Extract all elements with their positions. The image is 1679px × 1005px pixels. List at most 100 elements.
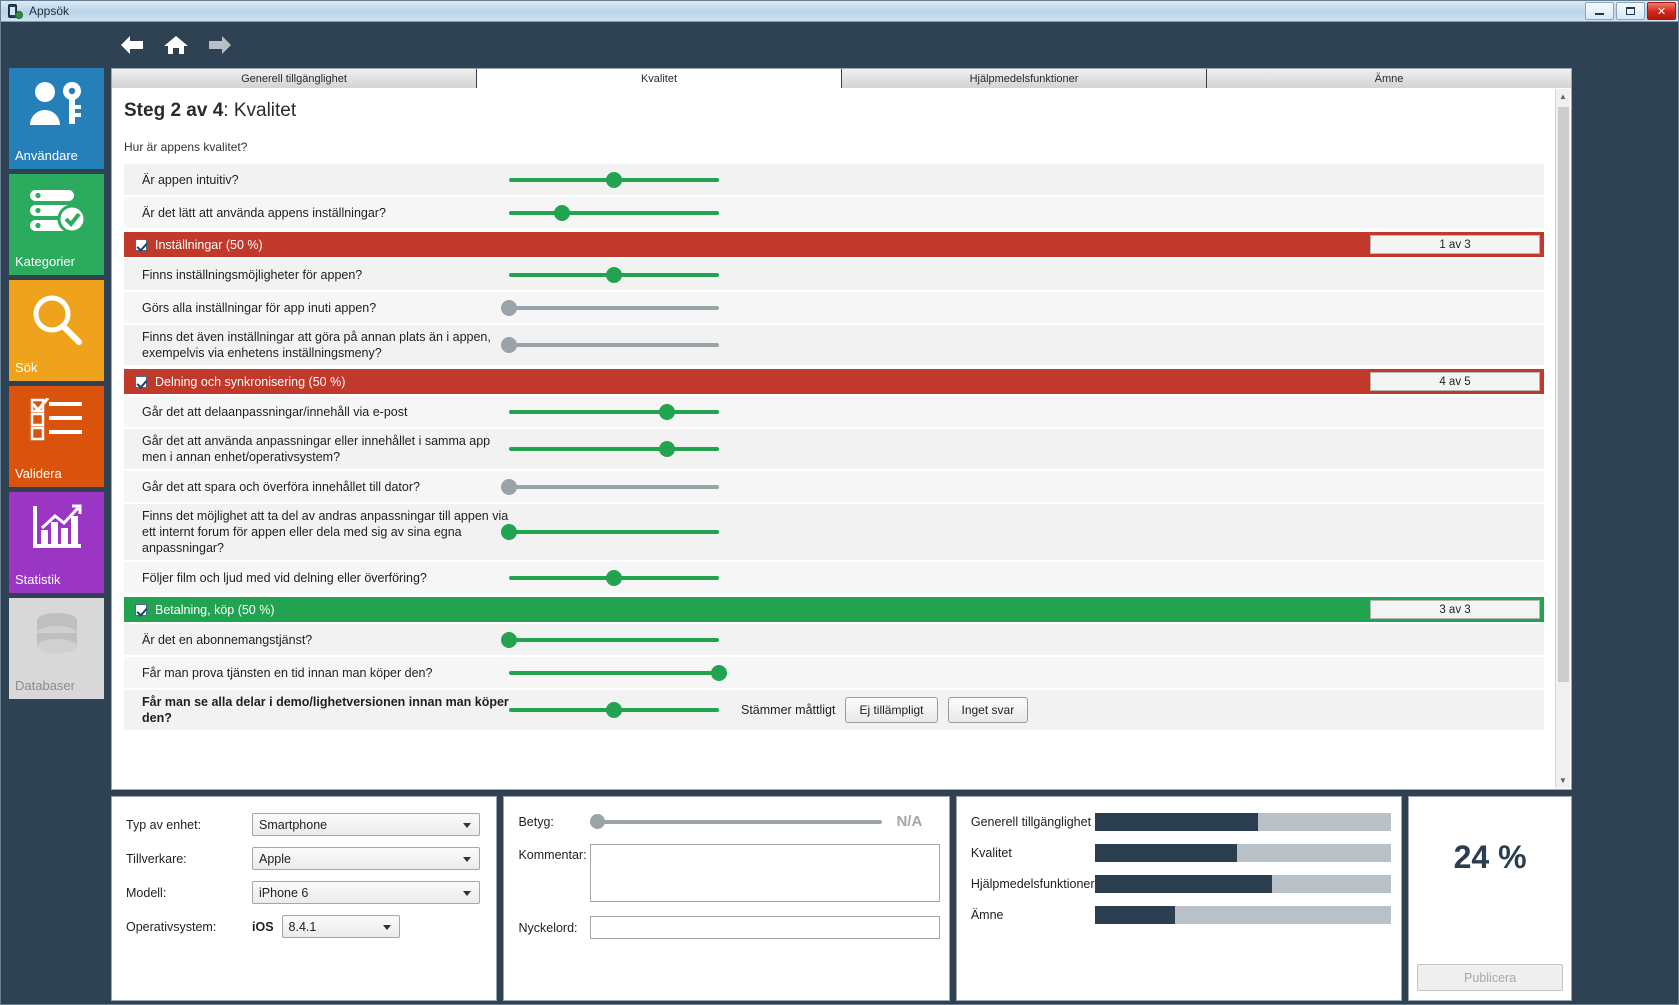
sidebar-item-statistik[interactable]: Statistik (9, 492, 104, 593)
slider-thumb[interactable] (501, 524, 517, 540)
question-label: Är det en abonnemangstjänst? (142, 632, 313, 647)
section-header[interactable]: Inställningar (50 %) 1 av 3 (124, 232, 1544, 257)
publish-button[interactable]: Publicera (1417, 964, 1563, 991)
answer-extra: Stämmer måttligt Ej tillämpligt Inget svar (741, 697, 1029, 723)
window-title: Appsök (29, 4, 70, 18)
question-row: Får man se alla delar i demo/lighetversi… (124, 690, 1544, 732)
question-row: Finns inställningsmöjligheter för appen? (124, 259, 1544, 292)
slider-track (509, 637, 719, 642)
section-title: Delning och synkronisering (50 %) (155, 374, 346, 389)
answer-slider[interactable] (501, 523, 719, 541)
question-row: Följer film och ljud med vid delning ell… (124, 562, 1544, 595)
page-header: Steg 2 av 4: Kvalitet (112, 88, 1571, 122)
navigation-bar (1, 22, 1678, 68)
maximize-button[interactable] (1616, 2, 1645, 20)
tab-generell-tillganglighet[interactable]: Generell tillgänglighet (112, 69, 477, 88)
tab-label: Hjälpmedelsfunktioner (969, 72, 1079, 85)
section-checkbox[interactable] (135, 238, 147, 251)
sidebar-item-kategorier[interactable]: Kategorier (9, 174, 104, 275)
answer-slider[interactable] (501, 336, 719, 354)
answer-slider[interactable] (509, 664, 727, 682)
device-panel: Typ av enhet: Smartphone Tillverkare: Ap… (111, 796, 498, 1001)
page-title-name: : Kvalitet (223, 100, 297, 121)
answer-slider[interactable] (501, 631, 719, 649)
slider-thumb[interactable] (501, 478, 517, 495)
sidebar-item-label: Sök (15, 360, 38, 375)
question-row: Är det lätt att använda appens inställni… (124, 197, 1544, 230)
manufacturer-row: Tillverkare: Apple (126, 847, 496, 870)
device-type-value: Smartphone (259, 817, 328, 832)
tab-hjalpmedelsfunktioner[interactable]: Hjälpmedelsfunktioner (842, 69, 1207, 88)
bottom-panels: Typ av enhet: Smartphone Tillverkare: Ap… (111, 796, 1572, 1001)
answer-slider[interactable] (509, 701, 719, 719)
tab-bar: Generell tillgänglighet Kvalitet Hjälpme… (112, 69, 1571, 88)
section-counter: 3 av 3 (1370, 600, 1540, 619)
answer-slider[interactable] (509, 266, 719, 284)
rating-slider[interactable] (590, 813, 883, 830)
tab-label: Generell tillgänglighet (241, 72, 347, 85)
slider-thumb[interactable] (711, 664, 727, 681)
section-header[interactable]: Delning och synkronisering (50 %) 4 av 5 (124, 369, 1544, 394)
slider-thumb[interactable] (501, 631, 517, 648)
question-label: Går det att delaanpassningar/innehåll vi… (142, 404, 408, 419)
slider-thumb[interactable] (553, 204, 570, 221)
manufacturer-label: Tillverkare: (126, 851, 187, 866)
main-content: Generell tillgänglighet Kvalitet Hjälpme… (111, 68, 1572, 790)
os-row: Operativsystem: iOS 8.4.1 (126, 915, 496, 938)
answer-slider[interactable] (509, 204, 719, 222)
question-row: Är det en abonnemangstjänst? (124, 624, 1544, 657)
back-arrow-icon[interactable] (119, 33, 145, 57)
tab-amne[interactable]: Ämne (1207, 69, 1571, 88)
slider-track (509, 484, 719, 489)
minimize-button[interactable] (1585, 2, 1614, 20)
close-button[interactable]: ✕ (1647, 2, 1676, 20)
slider-track (509, 530, 719, 534)
progress-label: Generell tillgänglighet (970, 815, 1092, 829)
answer-slider[interactable] (509, 440, 719, 458)
model-select[interactable]: iPhone 6 (252, 881, 480, 904)
slider-thumb[interactable] (658, 403, 675, 420)
answer-slider[interactable] (501, 299, 719, 317)
sidebar-item-databaser[interactable]: Databaser (9, 598, 104, 699)
manufacturer-select[interactable]: Apple (252, 847, 480, 870)
tab-kvalitet[interactable]: Kvalitet (477, 69, 842, 88)
sidebar-item-anvandare[interactable]: Användare (9, 68, 104, 169)
total-percentage: 24 % (1453, 839, 1527, 875)
keyword-label: Nyckelord: (518, 920, 578, 935)
question-label: Görs alla inställningar för app inuti ap… (142, 300, 377, 315)
scroll-down-icon[interactable]: ▼ (1556, 773, 1570, 788)
slider-thumb[interactable] (606, 171, 622, 188)
question-label: Finns det möjlighet att ta del av andras… (142, 509, 509, 555)
answer-slider[interactable] (509, 569, 719, 587)
section-checkbox[interactable] (135, 375, 147, 388)
answer-slider[interactable] (509, 403, 719, 421)
os-version-select[interactable]: 8.4.1 (281, 915, 400, 938)
answer-slider[interactable] (509, 171, 719, 189)
chevron-down-icon (382, 925, 391, 930)
vertical-scrollbar[interactable]: ▲ ▼ (1555, 89, 1570, 788)
section-header[interactable]: Betalning, köp (50 %) 3 av 3 (124, 597, 1544, 622)
section-checkbox[interactable] (135, 603, 147, 616)
scrollbar-thumb[interactable] (1558, 107, 1569, 682)
not-applicable-button[interactable]: Ej tillämpligt (845, 697, 938, 723)
sidebar-item-validera[interactable]: Validera (9, 386, 104, 487)
sidebar-item-sok[interactable]: Sök (9, 280, 104, 381)
slider-thumb[interactable] (501, 337, 517, 353)
rating-slider-thumb[interactable] (590, 813, 606, 829)
answer-slider[interactable] (501, 478, 719, 496)
server-check-icon (9, 186, 104, 236)
slider-thumb[interactable] (606, 702, 622, 718)
keyword-input[interactable] (590, 916, 941, 939)
device-type-select[interactable]: Smartphone (252, 813, 480, 836)
comment-input[interactable] (590, 844, 941, 902)
slider-thumb[interactable] (658, 441, 675, 457)
forward-arrow-icon[interactable] (207, 33, 233, 57)
scroll-up-icon[interactable]: ▲ (1556, 89, 1570, 104)
rating-row: Betyg: N/A (518, 813, 948, 830)
slider-thumb[interactable] (501, 299, 517, 316)
slider-thumb[interactable] (606, 569, 622, 586)
progress-bar (1094, 906, 1391, 924)
home-icon[interactable] (163, 33, 189, 57)
slider-thumb[interactable] (606, 266, 622, 283)
no-answer-button[interactable]: Inget svar (947, 697, 1029, 723)
